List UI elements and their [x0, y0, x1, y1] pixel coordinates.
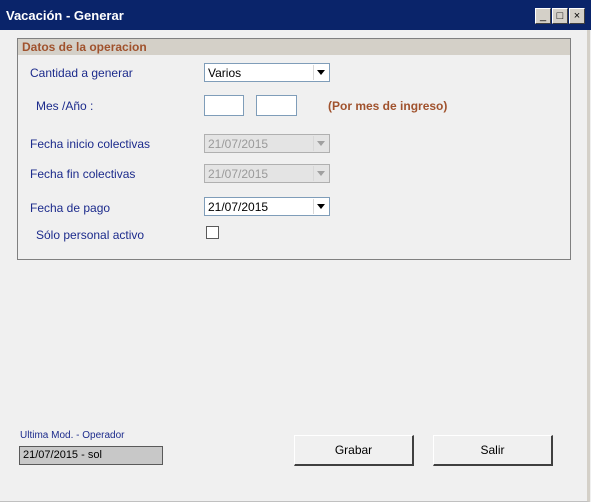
fecha-fin-picker: 21/07/2015 — [204, 164, 330, 183]
solo-activo-label: Sólo personal activo — [36, 228, 145, 242]
cantidad-value: Varios — [208, 66, 242, 80]
group-title: Datos de la operacion — [22, 40, 147, 54]
window-title: Vacación - Generar — [6, 8, 124, 23]
fecha-inicio-value: 21/07/2015 — [208, 137, 269, 151]
mes-hint: (Por mes de ingreso) — [328, 99, 448, 113]
salir-button[interactable]: Salir — [433, 435, 553, 466]
chevron-down-icon — [313, 136, 328, 151]
mes-input[interactable] — [204, 95, 244, 116]
last-mod-field: 21/07/2015 - sol — [19, 446, 163, 465]
fecha-fin-value: 21/07/2015 — [208, 167, 269, 181]
anio-input[interactable] — [256, 95, 297, 116]
minimize-button[interactable]: _ — [535, 8, 551, 24]
chevron-down-icon[interactable] — [313, 65, 328, 80]
cantidad-select[interactable]: Varios — [204, 63, 330, 82]
grabar-button[interactable]: Grabar — [294, 435, 414, 466]
cantidad-label: Cantidad a generar — [30, 66, 133, 80]
fecha-pago-picker[interactable]: 21/07/2015 — [204, 197, 330, 216]
fecha-fin-label: Fecha fin colectivas — [30, 167, 136, 181]
fecha-inicio-picker: 21/07/2015 — [204, 134, 330, 153]
mes-anio-label: Mes /Año : — [36, 99, 94, 113]
close-button[interactable]: × — [569, 8, 585, 24]
group-header: Datos de la operacion — [18, 39, 570, 55]
last-mod-value: 21/07/2015 - sol — [23, 449, 102, 461]
fecha-inicio-label: Fecha inicio colectivas — [30, 137, 151, 151]
solo-activo-checkbox[interactable] — [206, 226, 219, 239]
chevron-down-icon[interactable] — [313, 199, 328, 214]
title-bar[interactable]: Vacación - Generar _ □ × — [0, 0, 591, 30]
chevron-down-icon — [313, 166, 328, 181]
fecha-pago-label: Fecha de pago — [30, 201, 111, 215]
fecha-pago-value: 21/07/2015 — [208, 200, 269, 214]
vacacion-generar-window: Vacación - Generar _ □ × Datos de la ope… — [0, 0, 591, 502]
maximize-button[interactable]: □ — [552, 8, 568, 24]
last-mod-label: Ultima Mod. - Operador — [20, 430, 125, 441]
